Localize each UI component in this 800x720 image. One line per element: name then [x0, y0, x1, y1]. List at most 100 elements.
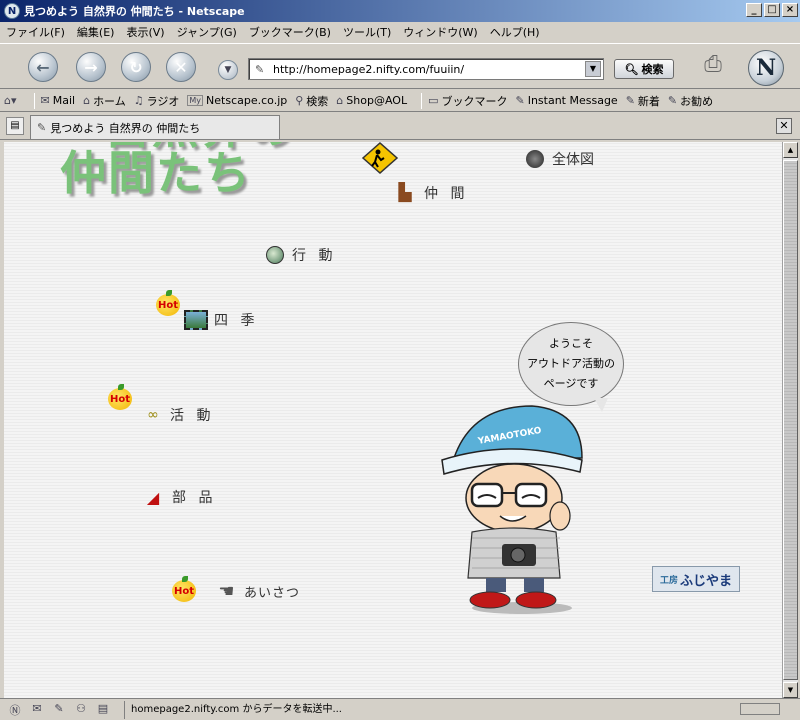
tab-current[interactable]: ✎ 見つめよう 自然界の 仲間たち: [30, 115, 280, 139]
reload-button[interactable]: ↻: [121, 52, 151, 82]
link-icon: ✎: [667, 94, 678, 107]
overview-icon: [524, 148, 546, 170]
netscape-logo-icon[interactable]: N: [748, 50, 784, 86]
bookmark-icon: ▭: [428, 94, 439, 107]
bookmark-home[interactable]: ⌂ ホーム: [83, 93, 126, 109]
back-arrow-icon: ←: [36, 57, 50, 77]
mail-icon: ✉: [40, 94, 50, 107]
hot-badge-greeting: Hot: [172, 576, 196, 602]
nav-label-seasons: 四 季: [214, 313, 259, 329]
navigator-icon[interactable]: Ⓝ: [6, 702, 24, 718]
bookmark-recommend[interactable]: ✎ お勧め: [668, 93, 713, 109]
tab-title: 見つめよう 自然界の 仲間たち: [50, 121, 201, 135]
reload-icon: ↻: [129, 57, 143, 77]
component-icon[interactable]: ▤: [94, 702, 112, 718]
search-icon: ⚲: [295, 94, 304, 107]
welcome-bubble: ようこそ アウトドア活動の ページです: [518, 322, 624, 406]
boot-icon: ▙: [398, 183, 416, 203]
bubble-line-3: ページです: [543, 377, 599, 390]
radio-icon: ♫: [133, 94, 144, 107]
vertical-scrollbar[interactable]: ▲ ▼: [782, 142, 798, 698]
hand-icon: ☚: [218, 580, 236, 602]
overview-link[interactable]: 全体図: [524, 148, 594, 170]
menu-go[interactable]: ジャンプ(G): [177, 24, 237, 40]
compass-icon: [264, 244, 286, 266]
menu-file[interactable]: ファイル(F): [6, 24, 65, 40]
knife-icon: ◢: [146, 487, 164, 507]
history-dropdown-button[interactable]: ▼: [218, 60, 238, 80]
url-field[interactable]: ✎ http://homepage2.nifty.com/fuuiin/ ▼: [248, 58, 604, 80]
bookmark-radio[interactable]: ♫ ラジオ: [134, 93, 180, 109]
maximize-button[interactable]: □: [764, 3, 780, 17]
menu-bar: ファイル(F) 編集(E) 表示(V) ジャンプ(G) ブックマーク(B) ツー…: [0, 22, 800, 42]
netscape-app-icon: N: [4, 3, 20, 19]
new-tab-icon[interactable]: ▤: [6, 117, 24, 135]
menu-view[interactable]: 表示(V): [126, 24, 164, 40]
banner-main-text: ふじやま: [680, 573, 733, 589]
close-button[interactable]: ×: [782, 3, 798, 17]
nav-link-activities[interactable]: ∞ 活 動: [142, 404, 214, 426]
mail-status-icon[interactable]: ✉: [28, 702, 46, 718]
back-button[interactable]: ←: [28, 52, 58, 82]
address-book-icon[interactable]: ⚇: [72, 702, 90, 718]
navigation-toolbar: ← → ↻ ✕ ▼ ✎ http://homepage2.nifty.com/f…: [0, 43, 800, 89]
scroll-thumb[interactable]: [783, 160, 798, 680]
menu-tools[interactable]: ツール(T): [343, 24, 391, 40]
tab-bar: ▤ ✎ 見つめよう 自然界の 仲間たち ✕: [0, 113, 800, 140]
search-button[interactable]: 🔍︎ 検索: [614, 59, 674, 79]
bookmark-mail[interactable]: ✉ Mail: [41, 94, 76, 107]
toolbar-separator: [421, 92, 423, 109]
print-icon[interactable]: ⎙: [696, 52, 730, 82]
scroll-up-button[interactable]: ▲: [783, 142, 798, 158]
nav-link-behavior[interactable]: 行 動: [264, 244, 336, 266]
my-icon: My: [187, 95, 204, 106]
home-dropdown-icon[interactable]: ⌂▾: [4, 94, 20, 107]
magnifier-icon: 🔍︎: [624, 62, 639, 76]
binoculars-icon: ∞: [147, 407, 159, 423]
bookmark-shop[interactable]: ⌂ Shop@AOL: [336, 94, 407, 107]
minimize-button[interactable]: _: [746, 3, 762, 17]
bookmark-netscape[interactable]: My Netscape.co.jp: [187, 94, 287, 107]
bookmark-new[interactable]: ✎ 新着: [626, 93, 660, 109]
menu-window[interactable]: ウィンドウ(W): [403, 24, 477, 40]
film-icon: [184, 310, 208, 330]
stop-button[interactable]: ✕: [166, 52, 196, 82]
scroll-down-button[interactable]: ▼: [783, 682, 798, 698]
menu-bookmarks[interactable]: ブックマーク(B): [249, 24, 331, 40]
construction-sign-icon: [362, 142, 398, 174]
window-controls: _ □ ×: [744, 3, 798, 17]
toolbar-separator: [33, 92, 35, 109]
nav-link-seasons[interactable]: 四 季: [184, 310, 258, 330]
hot-badge-activities: Hot: [108, 384, 132, 410]
url-dropdown-icon[interactable]: ▼: [585, 61, 601, 77]
bookmarks-folder[interactable]: ▭ ブックマーク: [428, 93, 507, 109]
hiker-character-illustration: YAMAOTOKO: [441, 405, 583, 614]
bookmark-instant-message[interactable]: ✎ Instant Message: [515, 94, 617, 107]
close-tab-icon[interactable]: ✕: [776, 118, 792, 134]
banner-small-text: 工房: [659, 575, 678, 586]
url-text: http://homepage2.nifty.com/fuuiin/: [273, 62, 465, 76]
bubble-tail: [594, 398, 608, 412]
nav-label-parts: 部 品: [172, 490, 217, 506]
nav-label-friends: 仲 間: [424, 186, 469, 202]
menu-help[interactable]: ヘルプ(H): [490, 24, 540, 40]
nav-link-greeting[interactable]: ☚ あいさつ: [216, 580, 300, 602]
shop-icon: ⌂: [336, 94, 344, 107]
forward-button[interactable]: →: [76, 52, 106, 82]
bubble-line-2: アウトドア活動の: [527, 357, 615, 370]
stop-icon: ✕: [174, 57, 188, 77]
composer-icon[interactable]: ✎: [50, 702, 68, 718]
nav-link-friends[interactable]: ▙ 仲 間: [396, 182, 468, 204]
nav-label-behavior: 行 動: [292, 248, 337, 264]
progress-indicator: [740, 703, 780, 715]
hot-badge-seasons: Hot: [156, 290, 180, 316]
nav-link-parts[interactable]: ◢ 部 品: [144, 486, 216, 508]
page-icon: ✎: [37, 121, 47, 134]
menu-edit[interactable]: 編集(E): [77, 24, 115, 40]
search-button-label: 検索: [641, 63, 664, 76]
bookmark-search[interactable]: ⚲ 検索: [295, 93, 328, 109]
nav-label-activities: 活 動: [170, 408, 215, 424]
forward-arrow-icon: →: [84, 57, 98, 77]
fujiyama-workshop-banner[interactable]: 工房 ふじやま: [652, 566, 740, 592]
logo-line-2: 仲間たち: [60, 146, 252, 200]
